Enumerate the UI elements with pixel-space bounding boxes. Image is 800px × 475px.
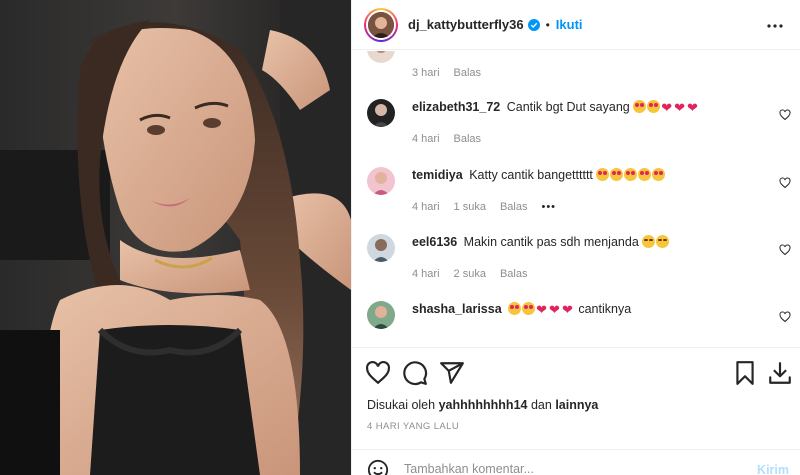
comment-username[interactable]: elizabeth31_72 bbox=[412, 100, 500, 114]
heart-eyes-emoji bbox=[508, 302, 522, 315]
heart-eyes-emoji bbox=[652, 168, 666, 181]
comment-more-icon[interactable]: ••• bbox=[541, 201, 556, 213]
comment-likes[interactable]: 1 suka bbox=[454, 201, 486, 213]
add-comment-bar: Kirim bbox=[352, 449, 800, 475]
likes-conj: dan bbox=[530, 398, 552, 412]
comment-text: Katty cantik bangetttttt bbox=[469, 168, 593, 182]
comment-item: temidiya Katty cantik bangetttttt 4 hari… bbox=[367, 167, 797, 217]
commenter-avatar[interactable] bbox=[367, 301, 395, 329]
comment-emojis: ❤ ❤ ❤ bbox=[508, 302, 575, 317]
more-options-icon[interactable] bbox=[763, 14, 787, 38]
comment-text: cantiknya bbox=[578, 302, 632, 316]
heart-eyes-emoji bbox=[624, 168, 638, 181]
comment-item: eel6136 Makin cantik pas sdh menjanda 4 … bbox=[367, 234, 797, 284]
comment-time: 3 hari bbox=[412, 67, 440, 79]
comment-emojis: ❤ ❤ ❤ bbox=[633, 100, 700, 115]
heart-eyes-emoji bbox=[522, 302, 536, 315]
comment-text: Makin cantik pas sdh menjanda bbox=[463, 235, 639, 249]
verified-badge-icon bbox=[527, 18, 540, 31]
commenter-avatar[interactable] bbox=[367, 234, 395, 262]
heart-eyes-emoji bbox=[638, 168, 652, 181]
comment-meta: 4 hari Balas bbox=[412, 133, 481, 145]
comment-meta: 3 hari Balas bbox=[412, 67, 481, 79]
comment-time: 4 hari bbox=[412, 268, 440, 280]
comment-icon[interactable] bbox=[402, 360, 428, 386]
comment-time: 4 hari bbox=[412, 133, 440, 145]
share-icon[interactable] bbox=[439, 360, 465, 386]
post-date: 4 HARI YANG LALU bbox=[367, 421, 460, 432]
likes-summary: Disukai oleh yahhhhhhhh14 dan lainnya bbox=[367, 398, 598, 412]
comment-body: shasha_larissa ❤ ❤ ❤ cantiknya bbox=[412, 301, 772, 318]
comment-body: elizabeth31_72 Cantik bgt Dut sayang ❤ ❤ ❤ bbox=[412, 99, 772, 116]
comment-username[interactable]: temidiya bbox=[412, 168, 463, 182]
tears-of-joy-emoji bbox=[656, 235, 670, 248]
heart-eyes-emoji bbox=[596, 168, 610, 181]
comment-body: temidiya Katty cantik bangetttttt bbox=[412, 167, 772, 183]
post-image bbox=[0, 0, 351, 475]
comment-meta: 4 hari 2 suka Balas bbox=[412, 268, 527, 280]
comment-item: shasha_larissa ❤ ❤ ❤ cantiknya bbox=[367, 301, 797, 347]
bookmark-icon[interactable] bbox=[732, 360, 758, 386]
heart-eyes-emoji bbox=[647, 100, 661, 113]
commenter-avatar[interactable] bbox=[367, 99, 395, 127]
comment-emojis bbox=[596, 168, 666, 182]
comment-text: Cantik bgt Dut sayang bbox=[506, 100, 630, 114]
comments-list[interactable]: 3 hari Balas elizabeth31_72 Cantik bgt D… bbox=[352, 51, 800, 347]
post-photo[interactable] bbox=[0, 0, 351, 475]
commenter-avatar[interactable] bbox=[367, 51, 395, 63]
comment-item: elizabeth31_72 Cantik bgt Dut sayang ❤ ❤ ❤… bbox=[367, 99, 797, 149]
header-separator: • bbox=[545, 17, 550, 32]
comment-emojis bbox=[642, 235, 670, 249]
post-actions bbox=[352, 347, 800, 397]
red-heart-emoji: ❤ bbox=[674, 100, 686, 115]
reply-button[interactable]: Balas bbox=[454, 133, 482, 145]
author-avatar-image bbox=[368, 11, 394, 38]
author-avatar[interactable] bbox=[364, 7, 398, 42]
red-heart-emoji: ❤ bbox=[561, 302, 573, 317]
reply-button[interactable]: Balas bbox=[500, 268, 528, 280]
reply-button[interactable]: Balas bbox=[454, 67, 482, 79]
red-heart-emoji: ❤ bbox=[661, 100, 673, 115]
comment-like-heart-icon[interactable] bbox=[779, 177, 791, 189]
author-username[interactable]: dj_kattybutterfly36 bbox=[408, 17, 524, 32]
comment-like-heart-icon[interactable] bbox=[779, 311, 791, 323]
likes-prefix: Disukai oleh bbox=[367, 398, 436, 412]
post-header: dj_kattybutterfly36 • Ikuti bbox=[352, 0, 800, 50]
red-heart-emoji: ❤ bbox=[536, 302, 548, 317]
red-heart-emoji: ❤ bbox=[687, 100, 698, 115]
likes-others[interactable]: lainnya bbox=[555, 398, 598, 412]
heart-eyes-emoji bbox=[610, 168, 624, 181]
comment-username[interactable]: shasha_larissa bbox=[412, 302, 502, 316]
tears-of-joy-emoji bbox=[642, 235, 656, 248]
post-comment-button[interactable]: Kirim bbox=[757, 463, 789, 475]
commenter-avatar[interactable] bbox=[367, 167, 395, 195]
emoji-picker-icon[interactable] bbox=[367, 459, 389, 475]
heart-eyes-emoji bbox=[633, 100, 647, 113]
comment-like-heart-icon[interactable] bbox=[779, 109, 791, 121]
likes-user[interactable]: yahhhhhhhh14 bbox=[439, 398, 528, 412]
comment-like-heart-icon[interactable] bbox=[779, 244, 791, 256]
add-comment-input[interactable] bbox=[404, 462, 734, 475]
red-heart-emoji: ❤ bbox=[549, 302, 560, 317]
comment-username[interactable]: eel6136 bbox=[412, 235, 457, 249]
comment-meta: 4 hari 1 suka Balas ••• bbox=[412, 201, 556, 213]
post-detail-panel: dj_kattybutterfly36 • Ikuti 3 hari Balas bbox=[351, 0, 800, 475]
reply-button[interactable]: Balas bbox=[500, 201, 528, 213]
heart-icon[interactable] bbox=[365, 360, 391, 386]
comment-body: eel6136 Makin cantik pas sdh menjanda bbox=[412, 234, 772, 250]
comment-time: 4 hari bbox=[412, 201, 440, 213]
download-icon[interactable] bbox=[767, 360, 793, 386]
comment-likes[interactable]: 2 suka bbox=[454, 268, 486, 280]
follow-button[interactable]: Ikuti bbox=[556, 17, 583, 32]
comment-item: 3 hari Balas bbox=[367, 51, 797, 85]
